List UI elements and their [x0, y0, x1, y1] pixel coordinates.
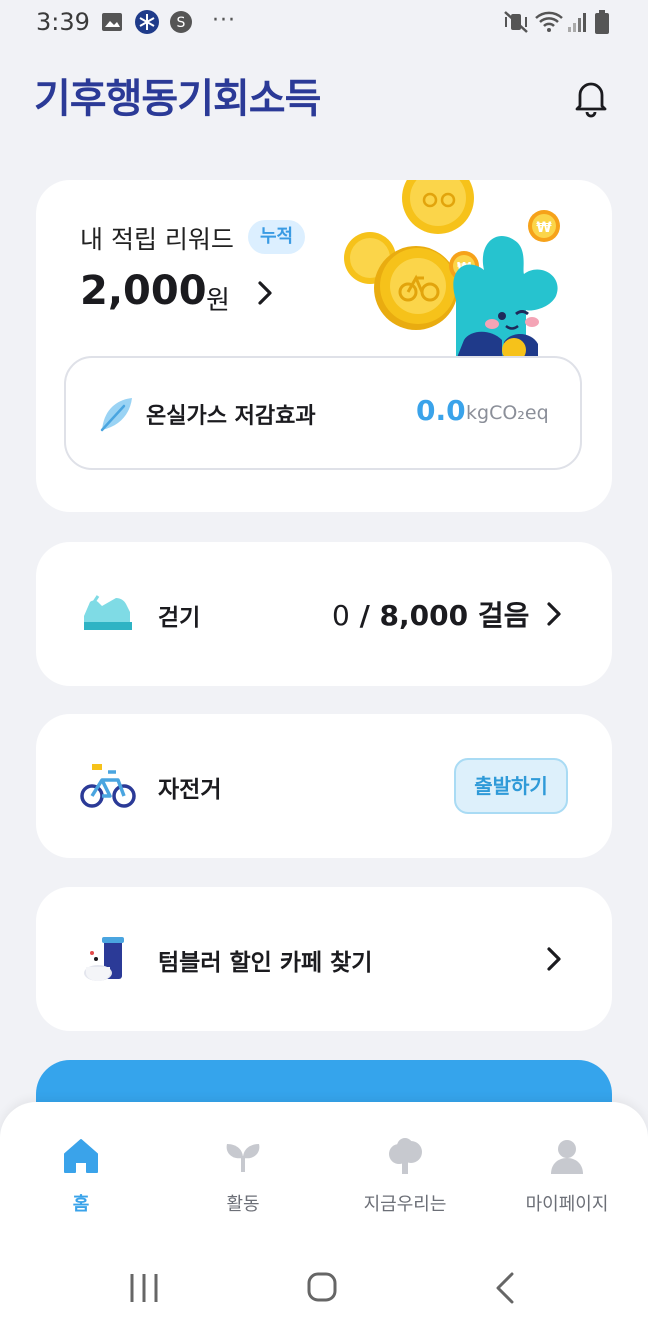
bell-icon[interactable]: [570, 76, 612, 118]
tumbler-card[interactable]: 텀블러 할인 카페 찾기: [36, 887, 612, 1031]
bike-title: 자전거: [158, 777, 222, 803]
sprout-icon: [223, 1136, 263, 1176]
chevron-right-icon[interactable]: [252, 278, 278, 308]
won-coin-icon: ₩: [528, 210, 560, 242]
reward-amount: 2,000: [80, 268, 207, 314]
svg-text:₩: ₩: [536, 220, 552, 236]
back-icon[interactable]: [486, 1270, 526, 1306]
home-icon: [61, 1136, 101, 1176]
reward-card[interactable]: 내 적립 리워드 누적 2,000 원 ₩ 온실가스 저감효과 0.0 kgCO…: [36, 180, 612, 512]
walk-goal-steps: / 8,000 걸음: [349, 599, 530, 632]
nav-tab-now[interactable]: 지금우리는: [324, 1102, 486, 1236]
nav-label-now: 지금우리는: [363, 1194, 447, 1215]
image-icon: [100, 10, 124, 34]
recent-apps-icon[interactable]: [124, 1270, 164, 1306]
walk-current-steps: 0: [332, 599, 350, 632]
nav-tab-activity[interactable]: 활동: [162, 1102, 324, 1236]
status-bar: 3:39 S ···: [0, 0, 648, 46]
start-ride-button[interactable]: 출발하기: [454, 758, 568, 814]
ghg-value: 0.0: [416, 394, 466, 427]
tree-icon: [385, 1136, 425, 1176]
cumulative-badge: 누적: [248, 220, 306, 254]
leaf-icon: [96, 394, 136, 434]
snowflake-app-icon: [134, 10, 160, 34]
reward-label: 내 적립 리워드: [80, 225, 234, 254]
chevron-right-icon[interactable]: [544, 600, 564, 628]
app-header: 기후행동기회소득: [0, 60, 648, 140]
ghg-label: 온실가스 저감효과: [146, 404, 316, 429]
tumbler-title: 텀블러 할인 카페 찾기: [158, 950, 373, 976]
status-time: 3:39: [36, 8, 90, 36]
mascot-coins-illustration: ₩ ₩: [306, 180, 612, 370]
nav-label-mypage: 마이페이지: [525, 1194, 609, 1215]
s-app-icon: S: [168, 10, 194, 34]
svg-text:S: S: [177, 15, 186, 31]
battery-icon: [594, 10, 610, 34]
bicycle-icon: [80, 760, 136, 812]
person-icon: [547, 1136, 587, 1176]
app-logo: 기후행동기회소득: [34, 76, 321, 122]
nav-tab-home[interactable]: 홈: [0, 1102, 162, 1236]
more-dots-icon: ···: [212, 8, 236, 33]
bike-card[interactable]: 자전거 출발하기: [36, 714, 612, 858]
chevron-right-icon[interactable]: [544, 945, 564, 973]
nav-tab-mypage[interactable]: 마이페이지: [486, 1102, 648, 1236]
mute-vibrate-icon: [502, 10, 530, 34]
signal-icon: [566, 10, 588, 34]
bottom-nav: 홈 활동 지금우리는 마이페이지: [0, 1102, 648, 1236]
nav-label-home: 홈: [72, 1194, 90, 1215]
sneaker-icon: [80, 588, 136, 640]
coin-icon: [402, 180, 474, 234]
tumbler-icon: [80, 933, 136, 985]
wifi-icon: [534, 10, 564, 34]
walk-card[interactable]: 걷기 0 / 8,000 걸음: [36, 542, 612, 686]
home-button-icon[interactable]: [302, 1270, 342, 1306]
ghg-unit: kgCO₂eq: [466, 402, 549, 424]
coin-icon: [374, 246, 458, 330]
android-navigation-bar: [0, 1236, 648, 1332]
ghg-reduction-box: 온실가스 저감효과 0.0 kgCO₂eq: [64, 356, 582, 470]
walk-step-count: 0 / 8,000 걸음: [332, 594, 529, 634]
reward-unit: 원: [206, 286, 230, 316]
nav-label-activity: 활동: [226, 1194, 260, 1215]
walk-title: 걷기: [158, 605, 201, 631]
